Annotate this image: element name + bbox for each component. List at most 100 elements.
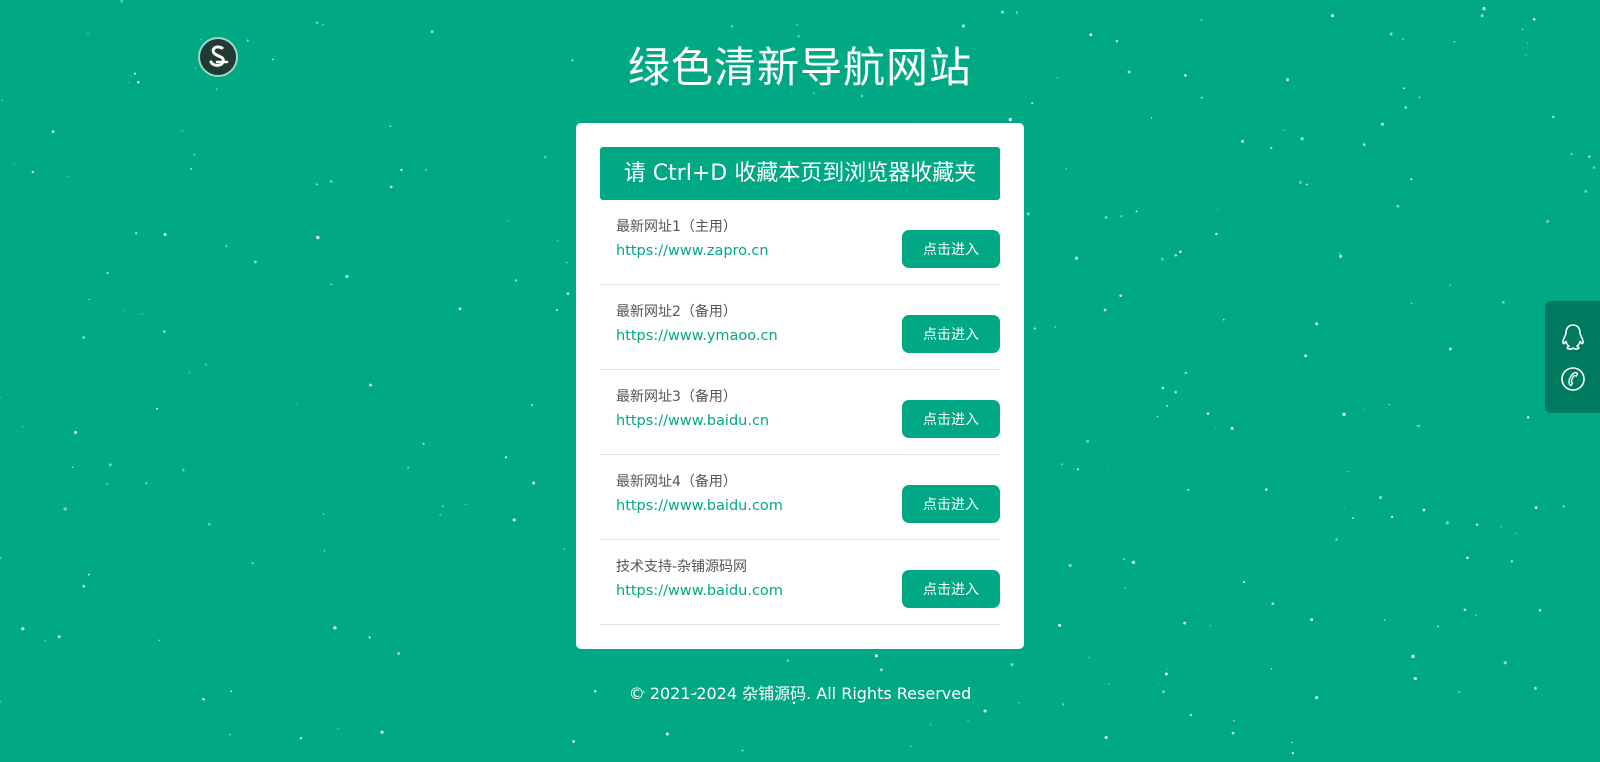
star-dot [1150, 117, 1153, 119]
star-dot [193, 153, 196, 156]
enter-button-2[interactable]: 点击进入 [902, 315, 1000, 353]
star-dot [105, 483, 109, 486]
star-dot [1389, 32, 1393, 36]
star-dot [741, 749, 744, 752]
star-dot [1378, 495, 1383, 500]
star-dot [322, 513, 325, 516]
star-dot [71, 466, 74, 469]
star-dot [1410, 178, 1413, 181]
star-dot [322, 24, 324, 26]
star-dot [530, 403, 534, 407]
star-dot [44, 639, 46, 642]
star-dot [1570, 153, 1573, 155]
star-dot [13, 163, 15, 165]
star-dot [88, 298, 90, 300]
star-dot [1120, 215, 1123, 218]
star-dot [337, 728, 339, 730]
link-name: 技术支持-杂铺源码网 [616, 559, 748, 575]
star-dot [665, 732, 669, 736]
star-dot [1315, 322, 1319, 326]
enter-button-4[interactable]: 点击进入 [902, 485, 1000, 523]
link-url[interactable]: https://www.baidu.com [616, 583, 783, 599]
star-dot [0, 557, 2, 560]
star-dot [441, 505, 444, 507]
link-name: 最新网址4（备用） [616, 474, 737, 490]
star-dot [1410, 302, 1413, 305]
star-dot [565, 261, 568, 264]
star-dot [1089, 33, 1093, 37]
star-dot [1396, 204, 1400, 208]
star-dot [439, 513, 442, 516]
star-dot [1534, 506, 1538, 509]
star-dot [1200, 96, 1203, 99]
star-dot [156, 407, 158, 410]
star-dot [1135, 210, 1138, 213]
star-dot [333, 626, 337, 630]
star-dot [1521, 28, 1524, 31]
star-dot [1362, 143, 1366, 146]
star-dot [532, 481, 536, 485]
link-url[interactable]: https://www.baidu.cn [616, 413, 769, 429]
star-dot [1088, 656, 1090, 659]
star-dot [1449, 284, 1452, 287]
star-dot [1418, 424, 1421, 427]
star-dot [1104, 735, 1108, 740]
star-dot [345, 274, 349, 278]
link-row-2: 最新网址2（备用） https://www.ymaoo.cn 点击进入 [600, 285, 1000, 370]
star-dot [1338, 254, 1343, 258]
star-dot [929, 723, 932, 726]
qq-button[interactable] [1559, 323, 1587, 351]
phone-button[interactable] [1559, 365, 1587, 393]
star-dot [1231, 731, 1235, 735]
star-dot [1156, 415, 1159, 418]
link-name: 最新网址2（备用） [616, 304, 737, 320]
star-dot [504, 456, 508, 459]
qq-icon [1562, 324, 1584, 350]
star-dot [1552, 115, 1555, 119]
star-dot [1, 99, 4, 102]
star-dot [1061, 463, 1064, 466]
star-dot [874, 654, 879, 658]
star-dot [229, 733, 231, 736]
star-dot [458, 307, 462, 311]
star-dot [983, 709, 987, 713]
star-dot [1351, 516, 1355, 520]
star-dot [1103, 308, 1107, 312]
star-dot [1206, 412, 1210, 416]
link-url[interactable]: https://www.ymaoo.cn [616, 328, 778, 344]
star-dot [961, 24, 965, 28]
star-dot [566, 292, 570, 296]
star-dot [515, 279, 518, 282]
star-dot [1074, 256, 1079, 260]
star-dot [1104, 216, 1108, 219]
enter-button-3[interactable]: 点击进入 [902, 400, 1000, 438]
star-dot [1418, 96, 1421, 99]
star-dot [1183, 621, 1187, 625]
star-dot [1305, 183, 1308, 186]
star-dot [1291, 751, 1295, 755]
star-dot [63, 507, 67, 511]
link-url[interactable]: https://www.baidu.com [616, 498, 783, 514]
star-dot [1475, 614, 1477, 616]
star-dot [1298, 180, 1303, 185]
star-dot [512, 518, 516, 522]
star-dot [730, 24, 734, 28]
star-dot [1283, 129, 1285, 131]
star-dot [397, 652, 401, 655]
star-dot [1054, 326, 1056, 328]
enter-button-1[interactable]: 点击进入 [902, 230, 1000, 268]
star-dot [425, 169, 427, 171]
star-dot [0, 397, 1, 399]
link-row-1: 最新网址1（主用） https://www.zapro.cn 点击进入 [600, 200, 1000, 285]
link-url[interactable]: https://www.zapro.cn [616, 243, 769, 259]
star-dot [251, 562, 254, 564]
star-dot [1026, 212, 1030, 216]
star-dot [1209, 625, 1211, 627]
star-dot [1124, 587, 1127, 589]
star-dot [1300, 137, 1304, 141]
star-dot [315, 183, 318, 186]
enter-button-5[interactable]: 点击进入 [902, 570, 1000, 608]
star-dot [407, 466, 410, 469]
star-dot [1344, 508, 1346, 510]
star-dot [1270, 146, 1273, 150]
